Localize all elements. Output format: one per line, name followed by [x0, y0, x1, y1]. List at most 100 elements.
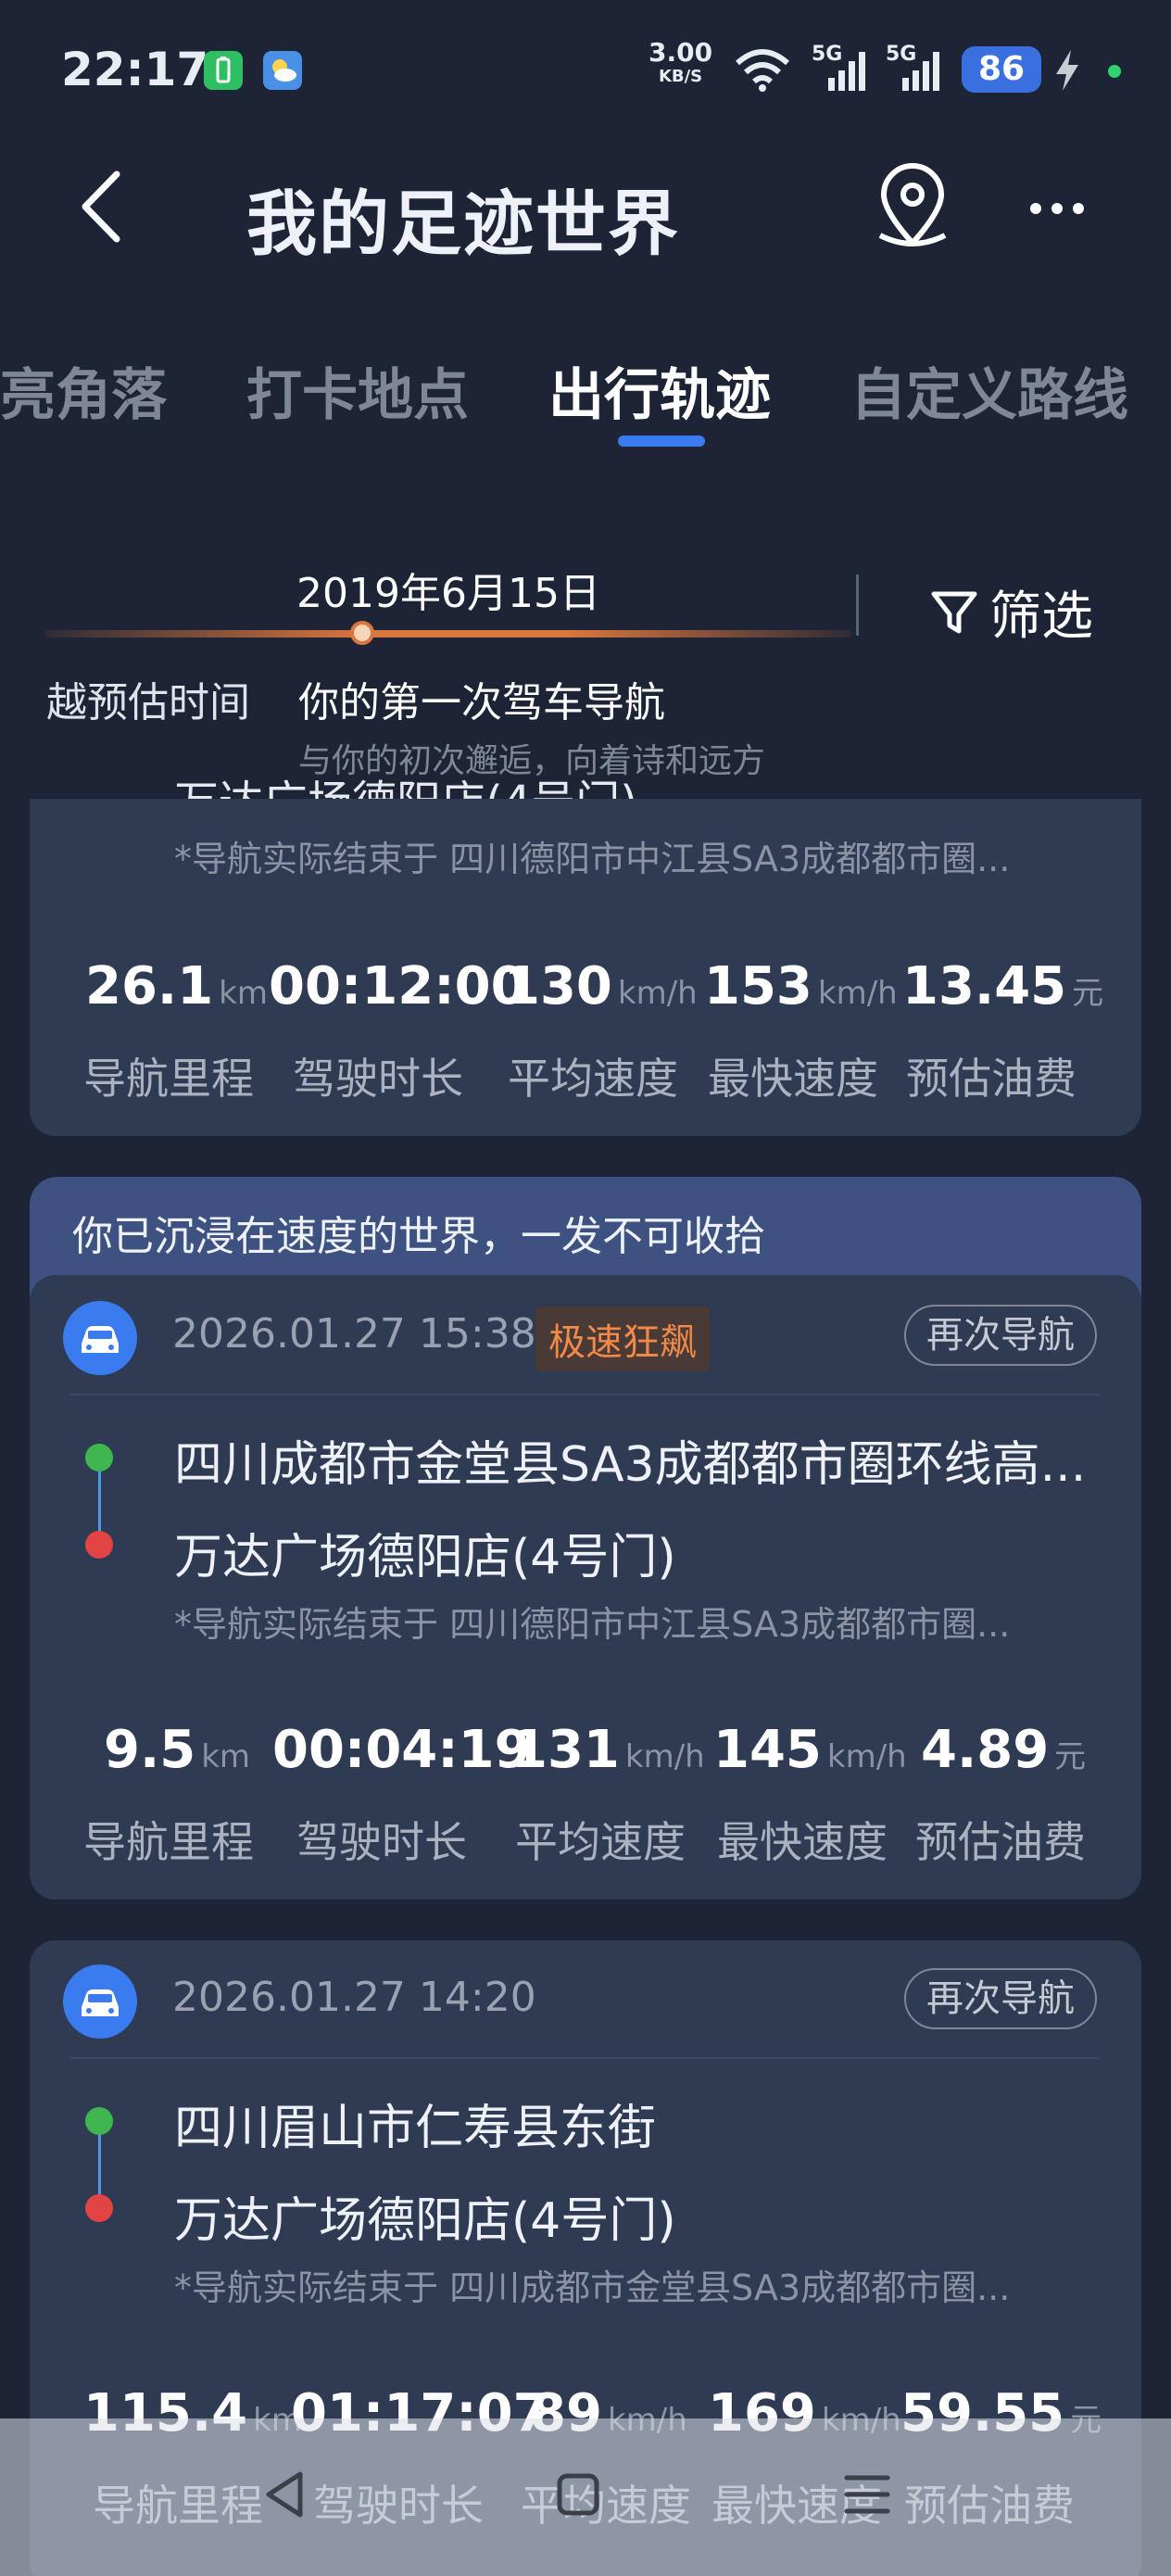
- max-speed-unit: km/h: [817, 975, 898, 1012]
- label-avg-speed: 平均速度: [508, 1054, 678, 1104]
- wifi-icon: [732, 46, 793, 96]
- label-fuel: 预估油费: [915, 1817, 1086, 1867]
- trip-datetime: 2026.01.27 14:20: [172, 1974, 536, 2021]
- trip-origin: 四川眉山市仁寿县东街: [174, 2101, 657, 2156]
- timeline-marker[interactable]: [350, 621, 374, 645]
- trip-end-note: *导航实际结束于 四川德阳市中江县SA3成都都市圈...: [174, 839, 1011, 879]
- trip-datetime: 2026.01.27 15:38: [172, 1310, 536, 1357]
- duration-value: 00:12:00: [269, 956, 527, 1017]
- filter-button[interactable]: 筛选: [928, 575, 1093, 650]
- tab-bright-corner[interactable]: 亮角落: [0, 350, 167, 431]
- more-button[interactable]: [1026, 195, 1088, 222]
- filter-icon: [931, 591, 977, 633]
- active-tab-indicator: [618, 436, 705, 447]
- page-title: 我的足迹世界: [246, 183, 680, 265]
- square-home-icon: [557, 2473, 599, 2516]
- location-pin-icon: [878, 163, 947, 246]
- max-speed-number: 145: [713, 1720, 822, 1780]
- signal-icon-1: 5G: [812, 43, 865, 91]
- achievement-banner-text: 你已沉浸在速度的世界，一发不可收拾: [72, 1213, 765, 1260]
- nav-menu-button[interactable]: [841, 2470, 893, 2522]
- duration-value: 00:04:19: [272, 1720, 531, 1780]
- trip-destination: 万达广场德阳店(4号门): [174, 1530, 676, 1585]
- tab-checkin-places[interactable]: 打卡地点: [246, 350, 469, 431]
- avg-speed-unit: km/h: [624, 1738, 705, 1775]
- nav-home-button[interactable]: [552, 2469, 604, 2524]
- divider: [856, 575, 859, 636]
- label-avg-speed: 平均速度: [515, 1817, 686, 1867]
- distance-unit: km: [201, 1738, 251, 1775]
- fuel-unit: 元: [1072, 975, 1104, 1012]
- car-icon: [63, 1964, 137, 2039]
- label-duration: 驾驶时长: [293, 1054, 463, 1104]
- back-button[interactable]: [70, 165, 135, 248]
- avg-speed-unit: km/h: [617, 975, 698, 1012]
- route-line: [98, 2135, 101, 2194]
- destination-dot: [85, 1531, 113, 1559]
- origin-dot: [85, 1444, 113, 1471]
- distance-value: 9.5 km: [104, 1720, 250, 1780]
- triangle-back-icon: [266, 2471, 303, 2518]
- speed-badge: 极速狂飙: [535, 1307, 710, 1371]
- label-distance: 导航里程: [83, 1817, 254, 1867]
- fuel-number: 4.89: [921, 1720, 1050, 1780]
- avg-speed-value: 130 km/h: [504, 956, 698, 1017]
- more-dots-icon: [1030, 203, 1084, 214]
- fuel-number: 13.45: [902, 956, 1067, 1017]
- renavigate-button[interactable]: 再次导航: [904, 1305, 1097, 1366]
- renavigate-button[interactable]: 再次导航: [904, 1968, 1097, 2029]
- distance-number: 26.1: [85, 956, 214, 1017]
- origin-dot: [85, 2107, 113, 2135]
- max-speed-value: 153 km/h: [704, 956, 898, 1017]
- signal-icon-2: 5G: [886, 43, 939, 91]
- tab-custom-routes[interactable]: 自定义路线: [850, 350, 1128, 431]
- network-speed-value: 3.00: [648, 37, 713, 68]
- trip-origin: 四川成都市金堂县SA3成都都市圈环线高...: [174, 1437, 1087, 1493]
- battery-saver-app-icon: [204, 51, 243, 90]
- fuel-value: 13.45 元: [902, 956, 1103, 1017]
- timeline-date: 2019年6月15日: [296, 570, 600, 617]
- label-duration: 驾驶时长: [296, 1817, 467, 1867]
- card-separator: [70, 1394, 1099, 1395]
- car-icon: [63, 1301, 137, 1375]
- avg-speed-number: 131: [511, 1720, 620, 1780]
- route-line: [98, 1471, 101, 1531]
- destination-dot: [85, 2194, 113, 2222]
- trip-card[interactable]: 2026.01.27 15:38 极速狂飙 再次导航 四川成都市金堂县SA3成都…: [30, 1275, 1141, 1900]
- filter-label: 筛选: [989, 587, 1093, 647]
- weather-app-icon: [263, 51, 302, 90]
- label-distance: 导航里程: [83, 1054, 254, 1104]
- trip-destination-partial: 万达广场德阳店(4号门): [174, 765, 637, 799]
- distance-value: 26.1 km: [85, 956, 268, 1017]
- trip-end-note: *导航实际结束于 四川德阳市中江县SA3成都都市圈...: [174, 1604, 1011, 1645]
- battery-level: 86: [962, 46, 1041, 93]
- network-speed: 3.00 KB/S: [648, 40, 712, 89]
- charging-dot: [1108, 65, 1121, 78]
- timeline-track[interactable]: [44, 630, 852, 638]
- trip-card[interactable]: *导航实际结束于 四川德阳市中江县SA3成都都市圈... 26.1 km 00:1…: [30, 799, 1141, 1136]
- fuel-value: 4.89 元: [921, 1720, 1086, 1780]
- max-speed-unit: km/h: [826, 1738, 907, 1775]
- distance-unit: km: [219, 975, 268, 1012]
- avg-speed-value: 131 km/h: [511, 1720, 705, 1780]
- network-speed-unit: KB/S: [658, 67, 703, 86]
- avg-speed-number: 130: [504, 956, 612, 1017]
- timeline-label-prev[interactable]: 越预估时间: [37, 669, 250, 728]
- nav-back-button[interactable]: [259, 2469, 311, 2524]
- trip-destination: 万达广场德阳店(4号门): [174, 2193, 676, 2249]
- label-max-speed: 最快速度: [717, 1817, 888, 1867]
- max-speed-value: 145 km/h: [713, 1720, 907, 1780]
- tab-travel-tracks[interactable]: 出行轨迹: [548, 350, 771, 431]
- label-fuel: 预估油费: [906, 1054, 1077, 1104]
- location-pin-button[interactable]: [871, 163, 954, 252]
- charging-icon: [1051, 48, 1084, 96]
- chevron-left-icon: [82, 170, 120, 243]
- menu-icon: [844, 2475, 890, 2514]
- trip-end-note: *导航实际结束于 四川成都市金堂县SA3成都都市圈...: [174, 2267, 1011, 2308]
- fuel-unit: 元: [1054, 1738, 1087, 1775]
- timeline-label[interactable]: 你的第一次驾车导航: [298, 669, 665, 728]
- distance-number: 9.5: [104, 1720, 196, 1780]
- card-separator: [70, 2057, 1099, 2059]
- max-speed-number: 153: [704, 956, 812, 1017]
- label-max-speed: 最快速度: [708, 1054, 878, 1104]
